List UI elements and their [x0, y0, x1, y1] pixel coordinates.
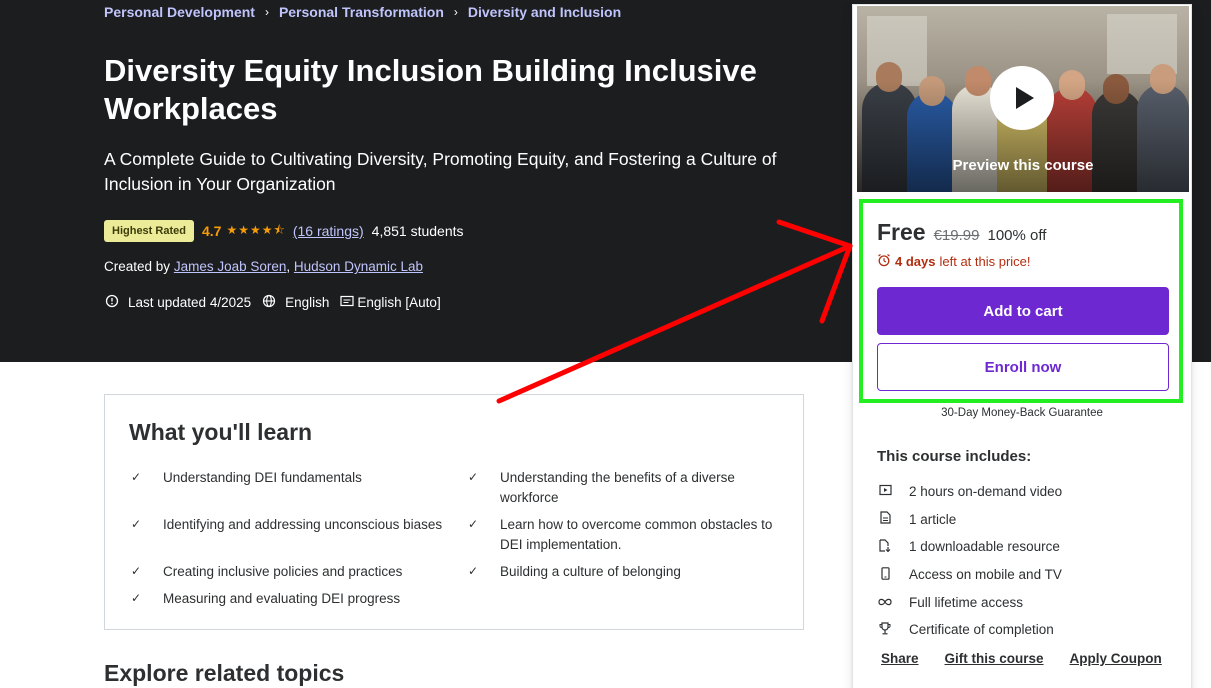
- arrow-head-upper: [776, 219, 853, 249]
- annotation-arrow: [496, 219, 853, 404]
- arrow-shaft: [496, 243, 853, 404]
